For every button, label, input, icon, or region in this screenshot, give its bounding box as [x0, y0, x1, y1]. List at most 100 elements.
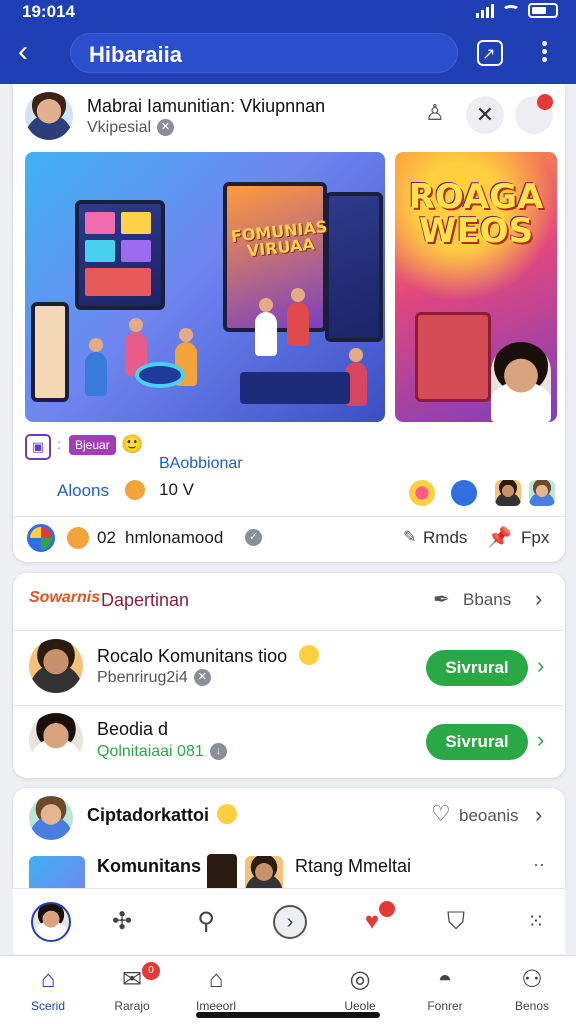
status-bar: 19:014	[0, 0, 576, 22]
grid-icon[interactable]: ⁙	[519, 905, 553, 939]
heart-icon[interactable]: ♡	[431, 801, 451, 827]
suggestion-name[interactable]: Beodia d	[97, 719, 168, 740]
nav-food[interactable]: ◓ Fonrer	[405, 966, 485, 1013]
nav-label: Ueole	[344, 999, 376, 1013]
puzzle-icon[interactable]: ✣	[105, 905, 139, 939]
viewer-avatar[interactable]	[529, 480, 555, 506]
nav-home[interactable]: ⌂ Scerid	[8, 966, 88, 1013]
viewer-avatar[interactable]	[495, 480, 521, 506]
post-image-main[interactable]: FOMUNIAS VIRUAA	[25, 152, 385, 422]
nav-profile[interactable]: ⚇ Benos	[492, 966, 572, 1013]
chevron-right-icon[interactable]: ›	[535, 586, 542, 612]
home-indicator[interactable]	[196, 1012, 380, 1018]
food-icon: ◓	[437, 966, 453, 993]
emoji-icon	[299, 645, 319, 665]
action-rmds[interactable]: Rmds	[423, 528, 467, 548]
nav-label: Benos	[514, 999, 550, 1013]
link-text-2[interactable]: Aloons	[57, 481, 109, 501]
link-text-1[interactable]: BAobbionar	[159, 455, 243, 473]
post-subline-text: Vkipesial	[87, 119, 152, 136]
close-icon: ✕	[475, 102, 495, 127]
footer-number: 02	[97, 528, 116, 547]
suggestion-card: Sowarnis Dapertinan ✒ Bbans › Rocalo Kom…	[13, 573, 565, 778]
group-icon[interactable]	[27, 524, 55, 552]
nav-label: Imeeorl	[195, 999, 236, 1013]
follow-button[interactable]: Sivrural	[426, 650, 528, 686]
reaction-count: 10 V	[159, 480, 194, 499]
chevron-right-icon[interactable]: ›	[535, 802, 542, 828]
quick-action-bar: ✣ ⚲ › ♥ ⛉ ⁙	[13, 888, 565, 954]
wifi-icon	[502, 4, 520, 17]
post-image-side[interactable]: ROAGA WEOS	[395, 152, 557, 422]
emoji-icon: 🙂	[121, 434, 144, 454]
pin-icon[interactable]: 📌	[487, 525, 512, 550]
post-author-name[interactable]: Mabrai Iamunitian: Vkiupnnan	[87, 96, 325, 117]
message-icon: ✉	[121, 966, 143, 993]
chevron-right-icon[interactable]: ›	[537, 653, 544, 679]
creator-card: Ciptadorkattoi ♡ beoanis › Komunitans Rt…	[13, 788, 565, 888]
suggestion-sub-text: Qolnitaiaai 081	[97, 743, 204, 760]
remove-icon[interactable]: ✕	[193, 669, 211, 687]
profile-avatar[interactable]	[31, 902, 71, 942]
preview-thumb[interactable]	[245, 856, 283, 888]
suggestion-name[interactable]: Rocalo Komunitans tioo	[97, 646, 287, 667]
tag-badge[interactable]: Bjeuar	[69, 435, 116, 455]
section-title: Dapertinan	[101, 590, 190, 610]
preview-title-2[interactable]: Rtang Mmeltai	[295, 856, 411, 877]
author-avatar[interactable]	[25, 92, 73, 140]
creator-action[interactable]: beoanis	[459, 806, 519, 826]
preview-thumb[interactable]	[29, 856, 85, 888]
message-badge: 0	[142, 962, 160, 980]
creator-avatar[interactable]	[29, 796, 73, 840]
preview-title-1[interactable]: Komunitans	[97, 856, 201, 877]
chevron-right-icon[interactable]: ›	[537, 727, 544, 753]
nav-label: Scerid	[30, 999, 65, 1013]
nav-chat[interactable]: ◎ Ueole	[320, 966, 400, 1013]
coin-icon	[125, 480, 145, 500]
suggestion-avatar[interactable]	[29, 639, 83, 693]
footer-text[interactable]: hmlonamood	[125, 528, 223, 548]
play-icon[interactable]: ›	[273, 905, 307, 939]
reaction-icon	[409, 480, 435, 506]
remove-icon[interactable]: ✕	[157, 119, 175, 137]
header-title: Hibaraiia	[89, 42, 182, 67]
image-screen	[75, 200, 165, 310]
shield-icon[interactable]: ⛉	[439, 905, 473, 939]
app-icon[interactable]: ▣	[25, 434, 51, 460]
nav-messages[interactable]: ✉ Rarajo 0	[92, 962, 172, 1013]
back-arrow-icon[interactable]: ‹	[18, 37, 44, 67]
divider	[13, 516, 565, 517]
creator-title[interactable]: Ciptadorkattoi	[87, 805, 209, 826]
preview-thumb[interactable]	[207, 854, 237, 888]
action-fpx[interactable]: Fpx	[521, 528, 549, 548]
emoji-icon	[217, 804, 237, 824]
more-horizontal-icon[interactable]: ··	[533, 854, 545, 875]
share-button[interactable]	[473, 36, 507, 72]
image-side-text: ROAGA WEOS	[408, 177, 544, 251]
bell-icon[interactable]: ♙	[425, 100, 445, 126]
chat-badge	[379, 901, 395, 917]
share-round-icon[interactable]	[451, 480, 477, 506]
nav-label: Fonrer	[427, 999, 463, 1013]
down-icon[interactable]: ↓	[209, 743, 227, 761]
search-icon[interactable]: ⚲	[189, 905, 223, 939]
follow-button[interactable]: Sivrural	[426, 724, 528, 760]
top-app-bar: 19:014 ‹ Hibaraiia	[0, 0, 576, 84]
suggestion-sub: Qolnitaiaai 081 ↓	[97, 743, 227, 761]
post-subline: Vkipesial ✕	[87, 119, 175, 137]
divider	[13, 630, 565, 631]
chat-icon: ◎	[349, 966, 371, 993]
divider	[13, 705, 565, 706]
more-menu-button[interactable]	[527, 36, 561, 70]
home-icon: ⌂	[40, 966, 56, 993]
battery-icon	[528, 3, 558, 18]
header-title-pill[interactable]: Hibaraiia	[70, 33, 458, 73]
nav-store[interactable]: ⌂ Imeeorl	[176, 966, 256, 1013]
section-action[interactable]: Bbans	[463, 590, 511, 610]
status-icons	[476, 3, 558, 18]
close-button[interactable]: ✕	[466, 96, 504, 134]
more-vertical-icon	[527, 36, 561, 62]
suggestion-avatar[interactable]	[29, 713, 83, 767]
edit-icon[interactable]: ✎	[403, 527, 416, 547]
profile-icon: ⚇	[521, 966, 543, 993]
